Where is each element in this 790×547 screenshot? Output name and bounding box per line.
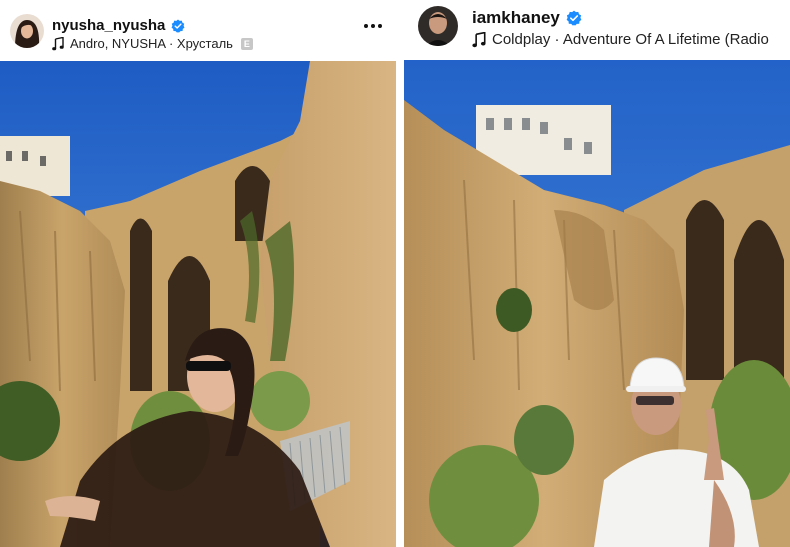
post-iamkhaney: iamkhaney Coldplay · Adventure Of A Life… [404,0,790,547]
explicit-badge: E [240,37,253,50]
audio-title: Coldplay · Adventure Of A Lifetime (Radi… [492,31,769,48]
avatar[interactable] [10,14,44,48]
post-nyusha: nyusha_nyusha Andro, NYUSHA · Хрусталь E [0,0,396,547]
audio-row[interactable]: Andro, NYUSHA · Хрусталь E [52,36,253,51]
username-row: iamkhaney [472,8,582,28]
username[interactable]: nyusha_nyusha [52,17,165,34]
audio-row[interactable]: Coldplay · Adventure Of A Lifetime (Radi… [472,31,769,48]
divider [396,0,404,547]
post-photo[interactable] [0,61,396,547]
verified-badge-icon [566,10,582,26]
username-row: nyusha_nyusha [52,17,185,34]
more-options-icon[interactable] [364,24,382,28]
post-header: nyusha_nyusha Andro, NYUSHA · Хрусталь E [0,0,396,62]
music-note-icon [52,36,64,50]
verified-badge-icon [171,19,185,33]
username[interactable]: iamkhaney [472,8,560,28]
music-note-icon [472,31,486,47]
avatar[interactable] [418,6,458,46]
post-photo[interactable] [404,60,790,547]
audio-title: Andro, NYUSHA · Хрусталь [70,36,233,51]
post-header: iamkhaney Coldplay · Adventure Of A Life… [404,0,790,62]
